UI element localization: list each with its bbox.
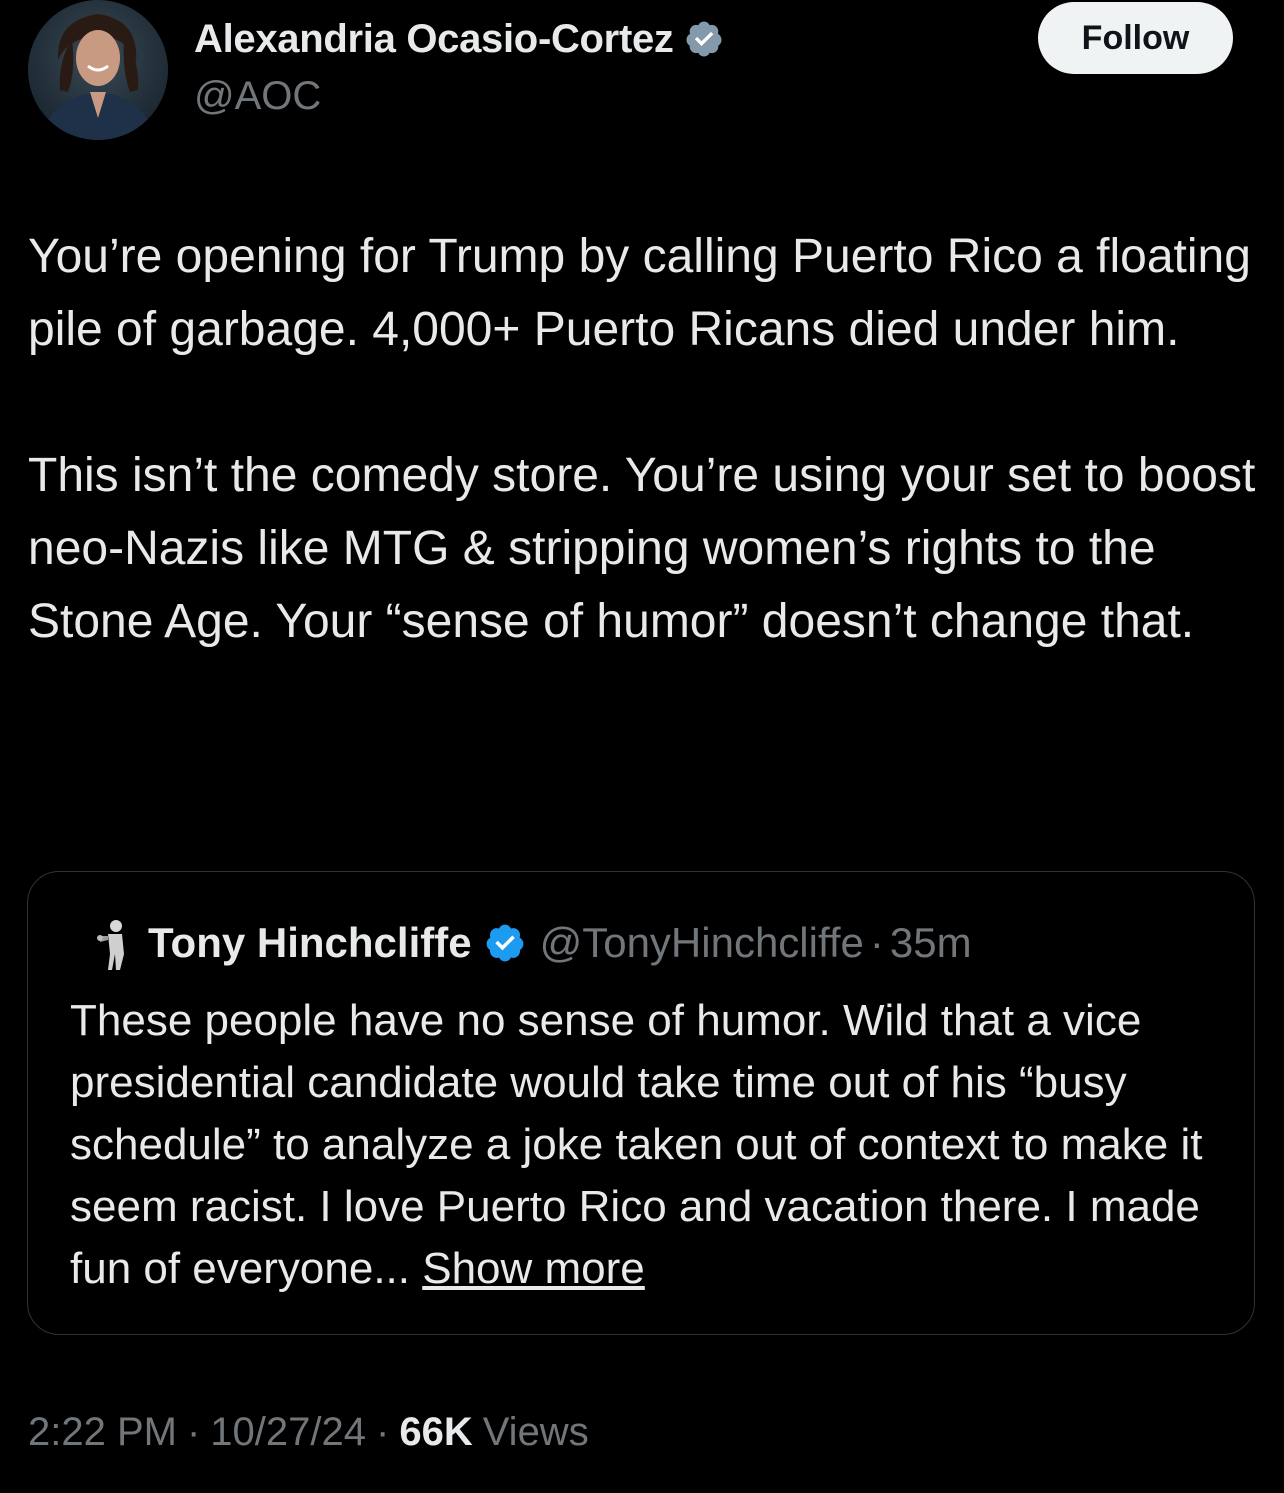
quoted-timestamp[interactable]: 35m — [890, 919, 972, 967]
author-name-row: Alexandria Ocasio-Cortez — [194, 14, 724, 64]
tweet-paragraph: You’re opening for Trump by calling Puer… — [28, 230, 1251, 356]
author-handle[interactable]: @AOC — [194, 74, 321, 119]
quoted-tweet-text: These people have no sense of humor. Wil… — [70, 990, 1240, 1300]
verified-badge-icon[interactable] — [484, 922, 526, 964]
separator-dot: · — [869, 919, 884, 966]
tweet-meta: 2:22 PM · 10/27/24 · 66K Views — [28, 1410, 589, 1455]
quoted-author-avatar[interactable] — [92, 914, 136, 972]
tweet-text: You’re opening for Trump by calling Puer… — [28, 220, 1268, 658]
author-name[interactable]: Alexandria Ocasio-Cortez — [194, 17, 674, 62]
profile-photo-icon — [28, 0, 168, 140]
quoted-tweet[interactable]: Tony Hinchcliffe @TonyHinchcliffe · 35m … — [27, 871, 1255, 1335]
tweet-time[interactable]: 2:22 PM — [28, 1410, 177, 1455]
quoted-author-name[interactable]: Tony Hinchcliffe — [148, 919, 472, 967]
views-count[interactable]: 66K — [399, 1410, 472, 1455]
views-label[interactable]: Views — [483, 1410, 589, 1455]
show-more-link[interactable]: Show more — [422, 1244, 645, 1293]
avatar[interactable] — [28, 0, 168, 140]
tweet-date[interactable]: 10/27/24 — [210, 1410, 366, 1455]
quoted-author-handle[interactable]: @TonyHinchcliffe — [540, 919, 864, 967]
verified-badge-icon[interactable] — [684, 19, 724, 59]
separator-dot: · — [186, 1410, 201, 1454]
separator-dot: · — [376, 1410, 390, 1454]
tweet-paragraph: This isn’t the comedy store. You’re usin… — [28, 449, 1256, 648]
tweet: Alexandria Ocasio-Cortez @AOC Follow You… — [0, 0, 1284, 1493]
follow-button[interactable]: Follow — [1038, 2, 1233, 74]
quoted-tweet-header: Tony Hinchcliffe @TonyHinchcliffe · 35m — [92, 914, 972, 972]
